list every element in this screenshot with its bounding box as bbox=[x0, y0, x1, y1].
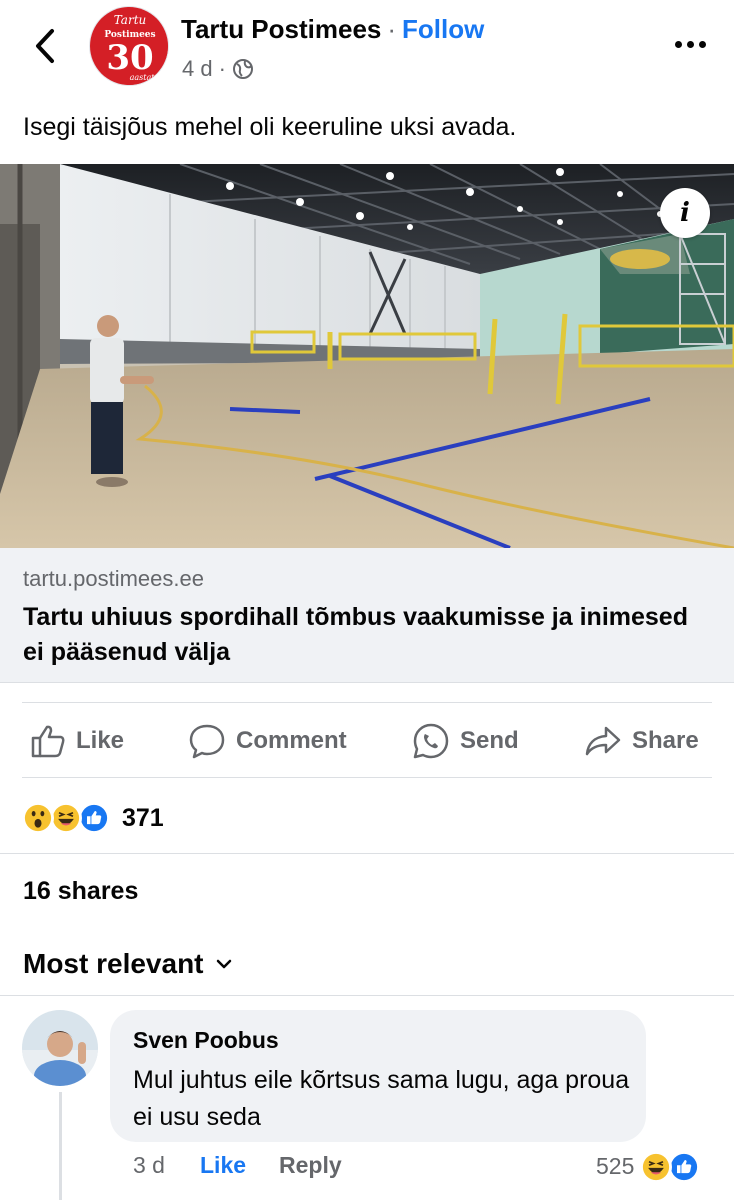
comment-button[interactable]: Comment bbox=[188, 723, 347, 759]
logo-text-tartu: Tartu bbox=[114, 13, 147, 27]
commenter-photo bbox=[22, 1010, 98, 1086]
comment-bubble: Sven Poobus Mul juhtus eile kõrtsus sama… bbox=[110, 1010, 646, 1142]
more-options-button[interactable] bbox=[668, 32, 712, 56]
sports-hall-photo bbox=[0, 164, 734, 548]
reaction-icons bbox=[22, 801, 116, 835]
divider bbox=[0, 995, 734, 996]
comments-sort-dropdown[interactable]: Most relevant bbox=[23, 948, 232, 980]
logo-text-aastat: aastat bbox=[130, 73, 156, 82]
shares-count[interactable]: 16 shares bbox=[23, 877, 138, 906]
post-timestamp[interactable]: 4 d bbox=[182, 56, 213, 82]
link-preview[interactable]: tartu.postimees.ee Tartu uhiuus spordiha… bbox=[0, 548, 734, 683]
page-avatar[interactable]: Tartu Postimees 30 aastat bbox=[89, 6, 169, 86]
thread-line bbox=[59, 1092, 62, 1200]
reactions-summary[interactable]: 371 bbox=[22, 798, 164, 838]
more-dot bbox=[698, 40, 706, 48]
meta-separator: · bbox=[218, 56, 226, 81]
follow-button[interactable]: Follow bbox=[402, 14, 484, 45]
page-name-row: Tartu Postimees · Follow bbox=[181, 14, 484, 45]
comment-reactions[interactable]: 525 bbox=[596, 1150, 702, 1183]
reaction-count: 371 bbox=[122, 803, 164, 832]
comment-text: Mul juhtus eile kõrtsus sama lugu, aga p… bbox=[133, 1066, 630, 1131]
comment-reply-button[interactable]: Reply bbox=[279, 1152, 342, 1179]
page-name[interactable]: Tartu Postimees bbox=[181, 14, 381, 45]
comment-time[interactable]: 3 d bbox=[133, 1152, 165, 1179]
sort-label: Most relevant bbox=[23, 948, 204, 979]
commenter-avatar[interactable] bbox=[22, 1010, 98, 1086]
wow-reaction-icon bbox=[22, 802, 54, 834]
whatsapp-icon bbox=[413, 723, 449, 759]
chevron-down-icon bbox=[216, 959, 231, 969]
post-text: Isegi täisjõus mehel oli keeruline uksi … bbox=[23, 113, 517, 141]
post-photo[interactable] bbox=[0, 164, 734, 548]
haha-reaction-icon bbox=[50, 802, 82, 834]
like-reaction-icon bbox=[78, 802, 110, 834]
name-separator: · bbox=[387, 14, 397, 44]
logo-text-30: 30 bbox=[106, 38, 153, 78]
haha-reaction-icon bbox=[640, 1151, 673, 1183]
thumbs-up-icon bbox=[31, 725, 65, 758]
action-bar: Like Comment Send Share bbox=[22, 702, 712, 778]
comment-reaction-count: 525 bbox=[596, 1152, 635, 1179]
like-label: Like bbox=[76, 727, 125, 754]
comment-reaction-icons bbox=[640, 1150, 702, 1183]
back-button[interactable] bbox=[28, 26, 62, 66]
post-header: Tartu Postimees 30 aastat Tartu Postimee… bbox=[0, 0, 734, 100]
share-label: Share bbox=[632, 727, 699, 754]
send-button[interactable]: Send bbox=[412, 723, 519, 759]
like-reaction-icon bbox=[668, 1151, 701, 1183]
ad-info-button[interactable]: i bbox=[660, 188, 710, 238]
comment-like-button[interactable]: Like bbox=[200, 1152, 246, 1179]
share-button[interactable]: Share bbox=[584, 723, 699, 759]
post-meta: 4 d · bbox=[182, 56, 254, 82]
comment-bubble-icon bbox=[189, 724, 225, 759]
comment-label: Comment bbox=[236, 727, 347, 754]
comment-author[interactable]: Sven Poobus bbox=[133, 1027, 279, 1054]
link-domain: tartu.postimees.ee bbox=[23, 566, 204, 591]
share-arrow-icon bbox=[585, 726, 621, 756]
link-title: Tartu uhiuus spordihall tõmbus vaakumiss… bbox=[23, 603, 688, 666]
more-dots-icon bbox=[674, 40, 682, 48]
postimees-logo: Tartu Postimees 30 aastat bbox=[90, 7, 168, 85]
like-button[interactable]: Like bbox=[30, 723, 124, 759]
send-label: Send bbox=[460, 727, 519, 754]
more-dot bbox=[686, 40, 694, 48]
divider bbox=[0, 853, 734, 854]
chevron-left-icon bbox=[36, 29, 54, 63]
globe-icon bbox=[232, 59, 253, 79]
